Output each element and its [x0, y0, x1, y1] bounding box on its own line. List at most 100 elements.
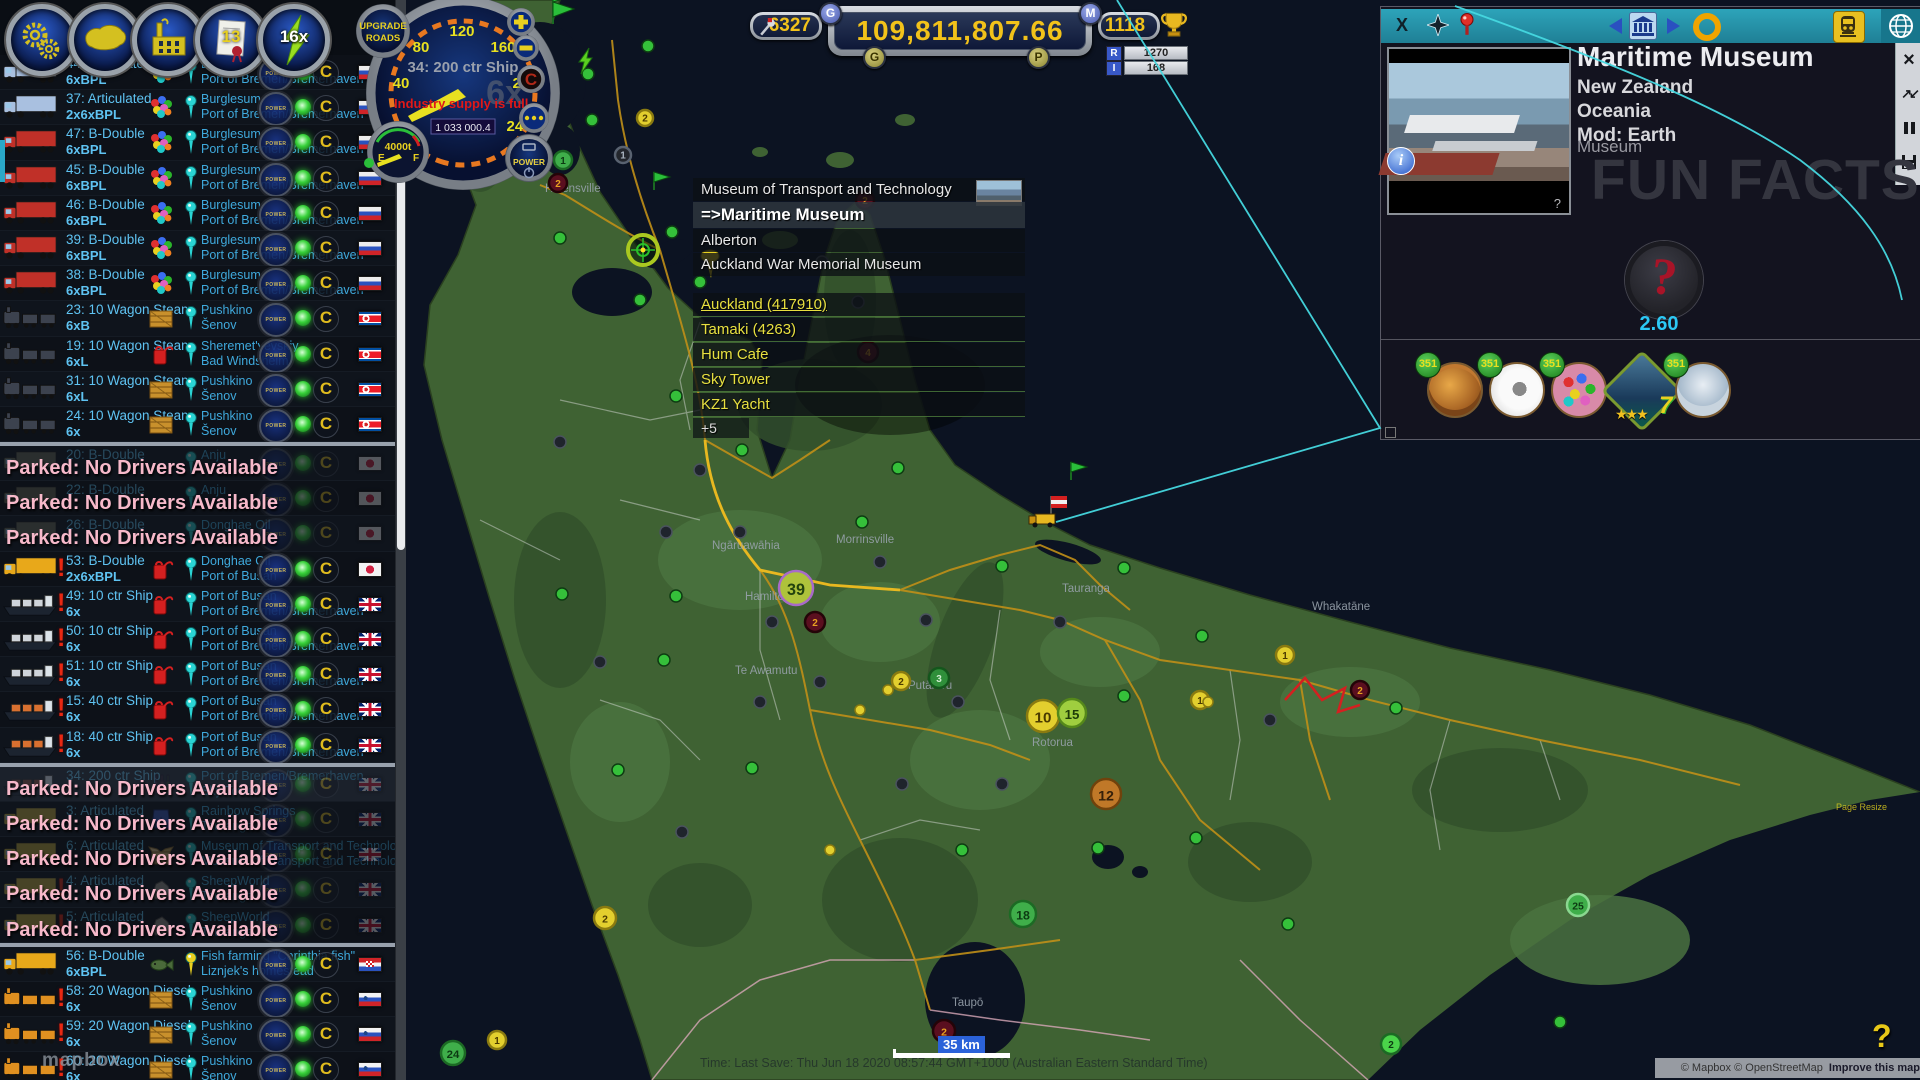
popup-place-link[interactable]: Tamaki (4263): [693, 318, 1025, 342]
map-dot-marker[interactable]: [825, 845, 835, 855]
fleet-row[interactable]: !4: ArticulatedSheepWorldTaurangaPOWERCP…: [0, 872, 405, 907]
fleet-row[interactable]: 31: 10 Wagon Steam6xLPushkinoŠenovPOWERC: [0, 372, 405, 407]
fleet-row[interactable]: !58: 20 Wagon Diesel6xPushkinoŠenovPOWER…: [0, 982, 405, 1017]
power-toggle[interactable]: POWER: [259, 1054, 293, 1080]
map-dot-marker[interactable]: [1118, 690, 1130, 702]
map-dot-marker[interactable]: [556, 588, 568, 600]
power-toggle[interactable]: POWER: [259, 198, 293, 232]
repeat-route-button[interactable]: C: [313, 662, 339, 688]
map-dot-marker[interactable]: [658, 654, 670, 666]
map-dot-marker[interactable]: [666, 226, 678, 238]
gears-button[interactable]: [6, 4, 78, 76]
map-dot-marker[interactable]: [874, 556, 886, 568]
fleet-row[interactable]: !49: 10 ctr Ship6xPort of BusanPort of B…: [0, 587, 405, 622]
panel-close-button[interactable]: ×: [1896, 43, 1920, 77]
power-toggle[interactable]: POWER: [259, 659, 293, 693]
repeat-route-button[interactable]: C: [313, 987, 339, 1013]
fleet-row[interactable]: !53: B-Double2x6xBPLDonghae OilPort of B…: [0, 552, 405, 587]
power-toggle[interactable]: POWER: [259, 92, 293, 126]
fleet-row[interactable]: 39: B-Double6xBPLBurglesumPort of Bremen…: [0, 231, 405, 266]
popup-poi-item[interactable]: Alberton: [693, 229, 1025, 252]
fleet-row[interactable]: 46: B-Double6xBPLBurglesumPort of Bremen…: [0, 196, 405, 231]
fleet-row[interactable]: !59: 20 Wagon Diesel6xPushkinoŠenovPOWER…: [0, 1017, 405, 1052]
map-dot-marker[interactable]: [952, 696, 964, 708]
red-pin-icon[interactable]: [1457, 13, 1477, 37]
repeat-route-button[interactable]: C: [313, 236, 339, 262]
fleet-row[interactable]: 38: B-Double6xBPLBurglesumPort of Bremen…: [0, 266, 405, 301]
repeat-route-button[interactable]: C: [313, 95, 339, 121]
map-dot-marker[interactable]: [883, 685, 893, 695]
globe-button[interactable]: [1881, 9, 1920, 43]
map-dot-marker[interactable]: [586, 114, 598, 126]
fleet-row[interactable]: 26: B-DoubleDonghae OilPOWERCParked: No …: [0, 516, 405, 551]
power-toggle[interactable]: POWER: [259, 949, 293, 983]
fun-fact-button[interactable]: ?: [1625, 241, 1703, 319]
map-dot-marker[interactable]: [694, 464, 706, 476]
help-button[interactable]: ?: [1872, 1018, 1892, 1055]
map-dot-marker[interactable]: [896, 778, 908, 790]
map-dot-marker[interactable]: [612, 764, 624, 776]
medals-pill[interactable]: 1118: [1098, 12, 1160, 40]
map-dot-marker[interactable]: [1203, 697, 1213, 707]
badge-g[interactable]: G: [819, 2, 842, 25]
more-options-button[interactable]: [519, 103, 549, 133]
selected-poi-marker[interactable]: [628, 235, 658, 265]
map-dot-marker[interactable]: [670, 390, 682, 402]
photo-help[interactable]: ?: [1554, 196, 1561, 211]
recenter-button[interactable]: C: [517, 65, 545, 93]
popup-poi-item[interactable]: Museum of Transport and Technology: [693, 178, 1025, 201]
map-dot-marker[interactable]: [766, 616, 778, 628]
map-dot-marker[interactable]: [594, 656, 606, 668]
fleet-row[interactable]: !51: 10 ctr Ship6xPort of BusanPort of B…: [0, 657, 405, 692]
map-marker[interactable]: 25: [1567, 894, 1589, 916]
next-arrow-button[interactable]: [1667, 18, 1680, 34]
fleet-row[interactable]: 22: B-DoubleAnjuPOWERCParked: No Drivers…: [0, 481, 405, 516]
map-marker[interactable]: 2: [805, 612, 825, 632]
map-dot-marker[interactable]: [1190, 832, 1202, 844]
map-marker[interactable]: 18: [1010, 901, 1036, 927]
map-dot-marker[interactable]: [1554, 1016, 1566, 1028]
popup-place-link[interactable]: Sky Tower: [693, 368, 1025, 392]
map-dot-marker[interactable]: [554, 436, 566, 448]
repeat-route-button[interactable]: C: [313, 627, 339, 653]
vehicle-gauge-cluster[interactable]: 040 80120 160200 240 6x 34: 200 ctr Ship…: [355, 0, 575, 205]
repeat-route-button[interactable]: C: [313, 521, 339, 547]
info-button[interactable]: i: [1387, 147, 1415, 175]
repeat-route-button[interactable]: C: [313, 592, 339, 618]
zoom-in-button[interactable]: [507, 8, 535, 36]
panel-pause-button[interactable]: [1896, 111, 1920, 145]
map-marker[interactable]: 2: [892, 672, 910, 690]
map-dot-marker[interactable]: [1390, 702, 1402, 714]
badge-g2[interactable]: G: [863, 46, 886, 69]
repeat-route-button[interactable]: C: [313, 342, 339, 368]
map-marker[interactable]: 1: [615, 147, 631, 163]
map-dot-marker[interactable]: [920, 614, 932, 626]
power-toggle[interactable]: POWER: [259, 339, 293, 373]
fleet-row[interactable]: 20: B-DoubleAnjuPOWERCParked: No Drivers…: [0, 442, 405, 481]
map-dot-marker[interactable]: [670, 590, 682, 602]
panel-x-button[interactable]: X: [1396, 15, 1408, 36]
power-toggle[interactable]: POWER: [259, 730, 293, 764]
map-dot-marker[interactable]: [660, 526, 672, 538]
badge-m[interactable]: M: [1079, 2, 1102, 25]
location-photo[interactable]: ?: [1387, 47, 1571, 215]
map-dot-marker[interactable]: [1054, 616, 1066, 628]
repeat-route-button[interactable]: C: [313, 913, 339, 939]
power-button[interactable]: POWER: [505, 134, 553, 182]
repeat-route-button[interactable]: C: [313, 772, 339, 798]
fleet-row[interactable]: !5: ArticulatedSheepWorldTaurangaPOWERCP…: [0, 908, 405, 943]
popup-poi-item[interactable]: Auckland War Memorial Museum: [693, 253, 1025, 276]
power-toggle[interactable]: POWER: [259, 374, 293, 408]
map-marker[interactable]: 1: [488, 1031, 506, 1049]
map-marker[interactable]: 2: [1381, 1034, 1401, 1054]
map-marker[interactable]: 1: [1276, 646, 1294, 664]
map-dot-marker[interactable]: [1282, 918, 1294, 930]
power-toggle[interactable]: POWER: [259, 163, 293, 197]
repeat-route-button[interactable]: C: [313, 166, 339, 192]
map-dot-marker[interactable]: [634, 294, 646, 306]
fleet-row[interactable]: 34: 200 ctr ShipPort of Bremen/Bremerhav…: [0, 763, 405, 802]
repeat-route-button[interactable]: C: [313, 557, 339, 583]
repeat-route-button[interactable]: C: [313, 486, 339, 512]
map-dot-marker[interactable]: [754, 696, 766, 708]
fleet-row[interactable]: 45: B-Double6xBPLBurglesumPort of Bremen…: [0, 161, 405, 196]
